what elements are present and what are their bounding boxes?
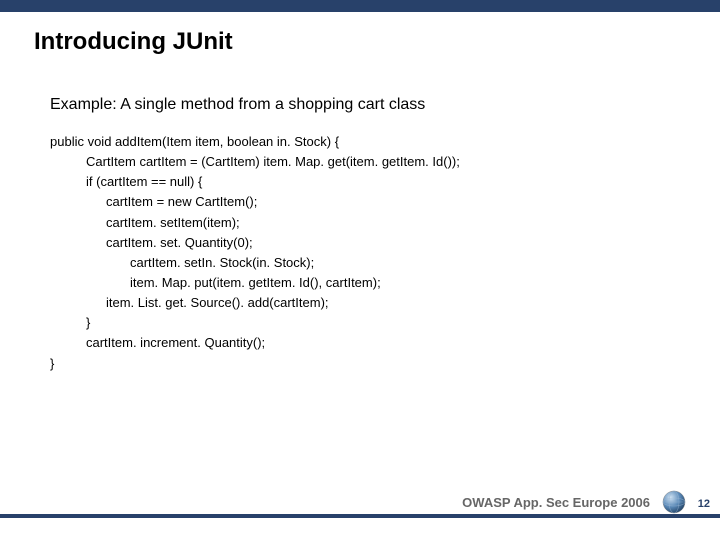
- code-line: if (cartItem == null) {: [50, 172, 680, 192]
- code-line: item. List. get. Source(). add(cartItem)…: [50, 293, 680, 313]
- footer-text: OWASP App. Sec Europe 2006: [462, 495, 650, 510]
- code-line: item. Map. put(item. getItem. Id(), cart…: [50, 273, 680, 293]
- example-heading: Example: A single method from a shopping…: [50, 96, 680, 114]
- code-line: cartItem. setIn. Stock(in. Stock);: [50, 253, 680, 273]
- code-line: cartItem. setItem(item);: [50, 213, 680, 233]
- page-number: 12: [698, 498, 710, 510]
- code-line: cartItem = new CartItem();: [50, 192, 680, 212]
- slide-title: Introducing JUnit: [34, 28, 233, 56]
- code-line: }: [50, 313, 680, 333]
- code-block: public void addItem(Item item, boolean i…: [50, 132, 680, 374]
- code-line: CartItem cartItem = (CartItem) item. Map…: [50, 152, 680, 172]
- code-line: }: [50, 354, 680, 374]
- globe-icon: [662, 490, 686, 514]
- code-line: cartItem. increment. Quantity();: [50, 333, 680, 353]
- top-accent-bar: [0, 0, 720, 12]
- code-line: public void addItem(Item item, boolean i…: [50, 132, 680, 152]
- bottom-accent-bar: [0, 514, 720, 518]
- code-line: cartItem. set. Quantity(0);: [50, 233, 680, 253]
- slide: Introducing JUnit Example: A single meth…: [0, 0, 720, 540]
- slide-content: Example: A single method from a shopping…: [50, 96, 680, 374]
